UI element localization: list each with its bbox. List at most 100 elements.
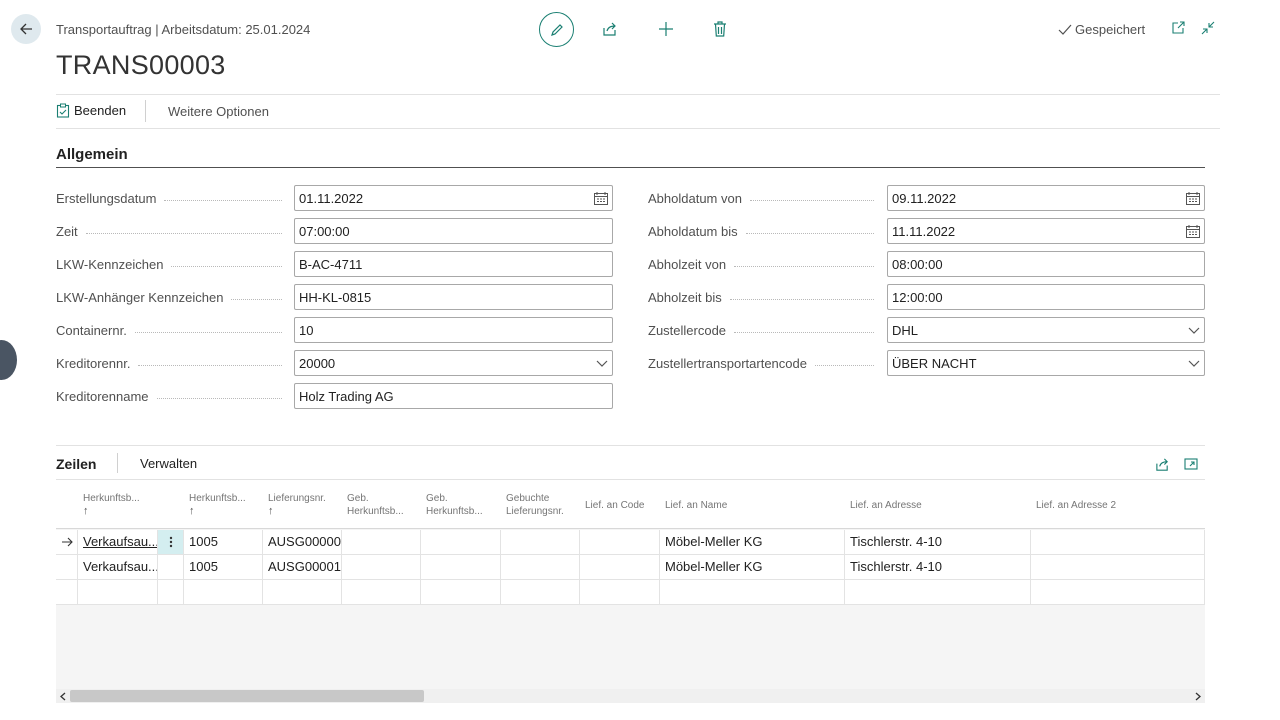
sort-ascending-icon: ↑ <box>83 505 89 517</box>
right-field-input-1[interactable]: 11.11.2022 <box>887 218 1205 244</box>
right-field-input-3[interactable]: 12:00:00 <box>887 284 1205 310</box>
field-label-text: Abholdatum von <box>648 190 742 206</box>
checkmark-icon <box>1058 24 1072 35</box>
column-header-6[interactable]: Lief. an Code <box>580 481 660 529</box>
right-field-input-5[interactable]: ÜBER NACHT <box>887 350 1205 376</box>
share-icon <box>1155 457 1168 471</box>
dotted-leader <box>814 364 874 366</box>
table-cell <box>421 530 501 554</box>
column-header-2[interactable]: Lieferungsnr. ↑ <box>263 481 342 529</box>
share-icon <box>603 22 616 36</box>
right-field-input-4[interactable]: DHL <box>887 317 1205 343</box>
scrollbar-thumb[interactable] <box>70 690 424 702</box>
collapse-icon <box>1201 21 1215 35</box>
left-field-input-5[interactable]: 20000 <box>294 350 613 376</box>
column-header-0[interactable]: Herkunftsb... ↑ <box>78 481 158 529</box>
field-icon[interactable] <box>596 360 608 367</box>
lines-top-divider <box>56 445 1205 446</box>
manage-button[interactable]: Verwalten <box>140 456 197 471</box>
delete-button[interactable] <box>708 17 732 41</box>
field-icon[interactable] <box>1188 360 1200 367</box>
collapse-button[interactable] <box>1198 18 1218 38</box>
field-label-text: Erstellungsdatum <box>56 190 157 206</box>
table-cell[interactable]: Verkaufsau... <box>78 555 158 579</box>
row-indicator[interactable] <box>56 580 78 604</box>
left-field-input-2[interactable]: B-AC-4711 <box>294 251 613 277</box>
chevron-left-icon <box>60 692 66 700</box>
lines-expand-button[interactable] <box>1182 455 1200 473</box>
table-cell[interactable] <box>78 580 158 604</box>
back-button[interactable] <box>11 14 41 44</box>
field-value: 01.11.2022 <box>299 190 364 206</box>
table-cell: 1005 <box>184 555 263 579</box>
table-cell <box>342 530 421 554</box>
field-icon[interactable] <box>1186 224 1200 238</box>
column-header-label: Lief. an Adresse 2 <box>1036 499 1117 511</box>
right-field-label-4: Zustellercode <box>648 317 880 343</box>
table-row[interactable]: Verkaufsau... 1005 AUSG000010 Möbel-Meller … <box>56 555 1205 580</box>
add-button[interactable] <box>654 17 678 41</box>
row-actions-cell[interactable] <box>158 530 184 554</box>
share-button[interactable] <box>598 17 622 41</box>
field-value: 08:00:00 <box>892 256 943 272</box>
right-field-label-1: Abholdatum bis <box>648 218 880 244</box>
field-icon[interactable] <box>594 191 608 205</box>
column-header-label: Geb. Herkunftsb... <box>426 493 483 517</box>
column-header-8[interactable]: Lief. an Adresse <box>845 481 1031 529</box>
column-header-4[interactable]: Geb. Herkunftsb... <box>421 481 501 529</box>
column-header-3[interactable]: Geb. Herkunftsb... <box>342 481 421 529</box>
page-title: TRANS00003 <box>56 50 226 80</box>
lines-share-button[interactable] <box>1153 455 1171 473</box>
finish-button[interactable]: Beenden <box>56 103 126 118</box>
lines-divider <box>117 453 118 473</box>
trash-icon <box>714 21 726 37</box>
lines-grid: Herkunftsb... ↑ Herkunftsb... ↑ Lieferungsnr… <box>56 481 1205 689</box>
scroll-right-button[interactable] <box>1192 689 1204 703</box>
left-field-input-0[interactable]: 01.11.2022 <box>294 185 613 211</box>
row-indicator[interactable] <box>56 530 78 554</box>
dotted-leader <box>134 331 282 333</box>
row-actions-cell[interactable] <box>158 580 184 604</box>
table-cell <box>263 580 342 604</box>
left-field-input-1[interactable]: 07:00:00 <box>294 218 613 244</box>
open-new-window-button[interactable] <box>1168 18 1188 38</box>
table-cell[interactable]: Verkaufsau... <box>78 530 158 554</box>
field-icon[interactable] <box>1188 327 1200 334</box>
left-field-input-3[interactable]: HH-KL-0815 <box>294 284 613 310</box>
column-header-7[interactable]: Lief. an Name <box>660 481 845 529</box>
table-cell <box>342 580 421 604</box>
column-header-label: Lief. an Adresse <box>850 499 922 511</box>
calendar-icon <box>594 191 608 205</box>
left-field-label-6: Kreditorenname <box>56 383 288 409</box>
arrow-left-icon <box>20 23 32 35</box>
table-row-empty[interactable] <box>56 580 1205 605</box>
left-field-label-5: Kreditorennr. <box>56 350 288 376</box>
row-actions-cell[interactable] <box>158 555 184 579</box>
right-field-input-0[interactable]: 09.11.2022 <box>887 185 1205 211</box>
table-cell <box>421 555 501 579</box>
right-field-input-2[interactable]: 08:00:00 <box>887 251 1205 277</box>
field-label-text: LKW-Anhänger Kennzeichen <box>56 289 224 305</box>
scroll-left-button[interactable] <box>57 689 69 703</box>
table-cell <box>1031 555 1205 579</box>
right-field-label-3: Abholzeit bis <box>648 284 880 310</box>
chevron-down-icon <box>1188 327 1200 334</box>
left-field-label-1: Zeit <box>56 218 288 244</box>
dotted-leader <box>734 331 874 333</box>
table-row[interactable]: Verkaufsau... 1005 AUSG000008 Möbel-Meller … <box>56 530 1205 555</box>
left-field-input-4[interactable]: 10 <box>294 317 613 343</box>
more-options-button[interactable]: Weitere Optionen <box>168 104 269 119</box>
column-header-1[interactable]: Herkunftsb... ↑ <box>184 481 263 529</box>
column-header-9[interactable]: Lief. an Adresse 2 <box>1031 481 1205 529</box>
table-cell: Möbel-Meller KG <box>660 555 845 579</box>
column-header-5[interactable]: Gebuchte Lieferungsnr. <box>501 481 580 529</box>
side-panel-handle[interactable] <box>0 340 17 380</box>
table-cell <box>1031 530 1205 554</box>
field-icon[interactable] <box>1186 191 1200 205</box>
left-field-input-6[interactable]: Holz Trading AG <box>294 383 613 409</box>
edit-button[interactable] <box>539 12 574 47</box>
column-header-label: Gebuchte Lieferungsnr. <box>506 493 564 517</box>
row-indicator[interactable] <box>56 555 78 579</box>
field-value: 09.11.2022 <box>892 190 957 206</box>
dotted-leader <box>231 298 282 300</box>
